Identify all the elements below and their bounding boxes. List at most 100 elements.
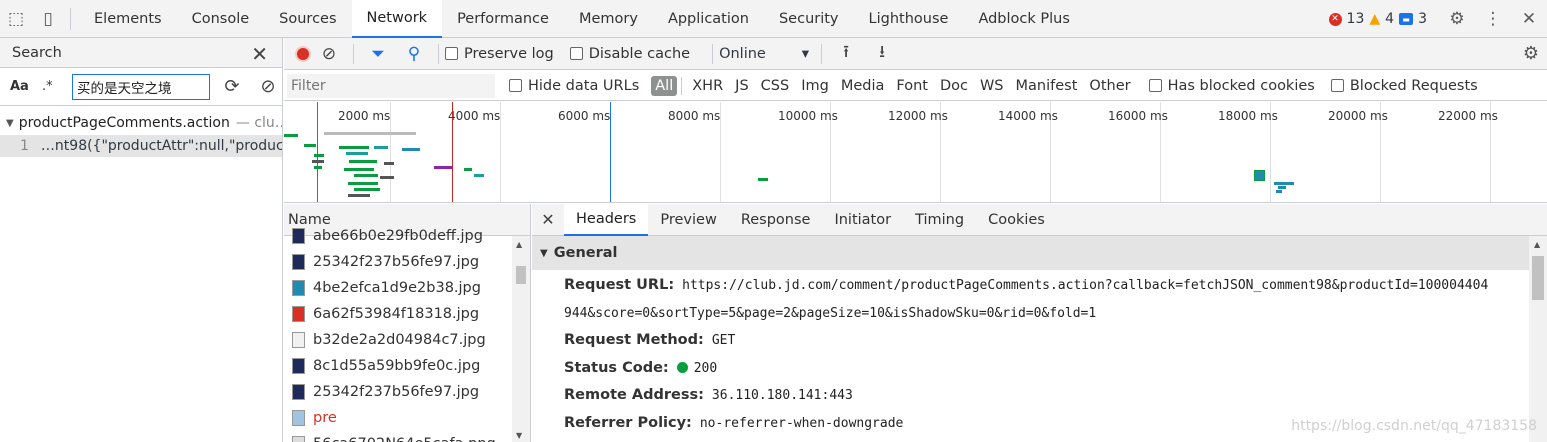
scroll-up-icon[interactable]: ▲: [516, 240, 522, 249]
checkbox-box[interactable]: [569, 47, 583, 60]
filter-type-js[interactable]: JS: [729, 78, 754, 94]
request-row[interactable]: 56ca6702N64e5cafa.png: [284, 431, 530, 442]
import-har-icon[interactable]: ⭱: [828, 39, 864, 68]
filter-type-css[interactable]: CSS: [755, 78, 796, 94]
tab-console[interactable]: Console: [177, 0, 265, 38]
filter-type-doc[interactable]: Doc: [934, 78, 974, 94]
tab-adblock-plus[interactable]: Adblock Plus: [963, 0, 1084, 38]
checkbox-box[interactable]: [1330, 79, 1344, 92]
request-row[interactable]: 6a62f53984f18318.jpg: [284, 301, 530, 327]
details-tab-initiator[interactable]: Initiator: [822, 204, 903, 236]
general-section-header[interactable]: ▼ General: [532, 236, 1547, 270]
divider: [681, 76, 683, 95]
network-settings-gear-icon[interactable]: ⚙: [1523, 43, 1539, 64]
details-tab-headers[interactable]: Headers: [564, 204, 649, 236]
scroll-up-icon[interactable]: ▲: [1534, 240, 1540, 249]
tab-security[interactable]: Security: [764, 0, 854, 38]
timeline-tick-label: 18000 ms: [1218, 109, 1278, 123]
issue-counters[interactable]: ✕ 13 ▲ 4 ▬ 3: [1328, 0, 1427, 38]
request-name: b32de2a2d04984c7.jpg: [313, 332, 486, 348]
details-scrollbar[interactable]: ▲: [1529, 236, 1547, 442]
hide-data-urls-checkbox[interactable]: Hide data URLs: [509, 78, 639, 94]
checkbox-box[interactable]: [1148, 79, 1162, 92]
has-blocked-cookies-checkbox[interactable]: Has blocked cookies: [1148, 78, 1315, 94]
tab-network[interactable]: Network: [351, 0, 443, 38]
network-overview-timeline[interactable]: 2000 ms 4000 ms 6000 ms 8000 ms 10000 ms 1200…: [284, 102, 1547, 203]
details-tab-preview[interactable]: Preview: [648, 204, 728, 236]
details-tab-response[interactable]: Response: [729, 204, 823, 236]
request-row[interactable]: 25342f237b56fe97.jpg: [284, 379, 530, 405]
timeline-tick-label: 20000 ms: [1328, 109, 1388, 123]
details-tab-cookies[interactable]: Cookies: [976, 204, 1057, 236]
filter-type-other[interactable]: Other: [1083, 78, 1136, 94]
checkbox-box[interactable]: [445, 47, 458, 60]
tab-sources[interactable]: Sources: [264, 0, 351, 38]
scrollbar-thumb[interactable]: [1532, 256, 1544, 300]
request-row[interactable]: 8c1d55a59bb9fe0c.jpg: [284, 353, 530, 379]
scrollbar-thumb[interactable]: [516, 266, 526, 284]
filter-input[interactable]: [287, 73, 495, 98]
tab-application[interactable]: Application: [653, 0, 764, 38]
status-code-row: Status Code: 200: [532, 355, 1547, 383]
close-details-icon[interactable]: ✕: [532, 210, 564, 229]
divider: [70, 7, 71, 30]
timeline-tick-label: 22000 ms: [1438, 109, 1498, 123]
device-toolbar-icon[interactable]: ▯: [32, 0, 64, 38]
preserve-log-checkbox[interactable]: Preserve log: [445, 46, 554, 62]
settings-gear-icon[interactable]: ⚙: [1439, 0, 1475, 38]
match-case-button[interactable]: Aa: [10, 79, 34, 94]
details-tab-timing[interactable]: Timing: [903, 204, 976, 236]
timeline-request-bar: [758, 178, 768, 181]
close-devtools-icon[interactable]: ✕: [1511, 0, 1547, 38]
filter-type-img[interactable]: Img: [795, 78, 835, 94]
image-file-icon: [292, 436, 305, 442]
filter-type-font[interactable]: Font: [890, 78, 934, 94]
warning-icon: ▲: [1369, 11, 1381, 27]
search-result-file[interactable]: ▼ productPageComments.action — clu…: [0, 111, 282, 135]
timeline-request-bar: [1254, 170, 1265, 181]
clear-log-icon[interactable]: ⊘: [311, 44, 347, 64]
general-section-title: General: [553, 245, 618, 261]
search-input[interactable]: 买的是天空之境: [72, 73, 210, 100]
export-har-icon[interactable]: ⭳: [864, 39, 900, 68]
request-row[interactable]: pre: [284, 405, 530, 431]
tab-elements[interactable]: Elements: [79, 0, 177, 38]
request-name: 25342f237b56fe97.jpg: [313, 254, 480, 270]
filter-type-all[interactable]: All: [651, 75, 678, 96]
remote-address-key: Remote Address:: [564, 387, 704, 403]
filter-icon[interactable]: ⏷: [360, 44, 396, 64]
blocked-requests-checkbox[interactable]: Blocked Requests: [1330, 78, 1478, 94]
refresh-icon[interactable]: ⟳: [218, 76, 246, 97]
search-result-line[interactable]: 1 …nt98({"productAttr":null,"product…: [0, 135, 282, 157]
scroll-down-icon[interactable]: ▼: [516, 431, 522, 440]
request-name: 25342f237b56fe97.jpg: [313, 384, 480, 400]
disable-cache-checkbox[interactable]: Disable cache: [569, 46, 690, 62]
request-row[interactable]: 25342f237b56fe97.jpg: [284, 249, 530, 275]
timeline-request-bar: [404, 132, 416, 135]
timeline-request-bar: [374, 146, 388, 149]
timeline-marker: [317, 102, 318, 202]
request-row[interactable]: 4be2efca1d9e2b38.jpg: [284, 275, 530, 301]
record-button[interactable]: [295, 45, 311, 62]
image-file-icon: [292, 358, 305, 374]
tab-memory[interactable]: Memory: [564, 0, 653, 38]
request-list-scrollbar[interactable]: ▲ ▼: [512, 236, 530, 442]
checkbox-box[interactable]: [509, 79, 522, 92]
close-icon[interactable]: ✕: [251, 42, 268, 66]
request-row[interactable]: b32de2a2d04984c7.jpg: [284, 327, 530, 353]
regex-button[interactable]: .*: [42, 79, 64, 94]
tab-performance[interactable]: Performance: [442, 0, 564, 38]
collapse-triangle-icon: ▼: [540, 247, 548, 259]
clear-icon[interactable]: ⊘: [254, 76, 282, 97]
search-icon[interactable]: ⚲: [396, 44, 432, 64]
filter-type-xhr[interactable]: XHR: [686, 78, 729, 94]
timeline-request-bar: [314, 154, 324, 157]
throttling-select[interactable]: Online ▾: [719, 46, 815, 62]
filter-type-media[interactable]: Media: [835, 78, 891, 94]
search-panel-header: Search ✕: [0, 38, 282, 68]
tab-lighthouse[interactable]: Lighthouse: [854, 0, 964, 38]
filter-type-ws[interactable]: WS: [974, 78, 1010, 94]
inspect-element-icon[interactable]: ⬚: [0, 0, 32, 38]
more-options-icon[interactable]: ⋮: [1475, 0, 1511, 38]
filter-type-manifest[interactable]: Manifest: [1010, 78, 1084, 94]
